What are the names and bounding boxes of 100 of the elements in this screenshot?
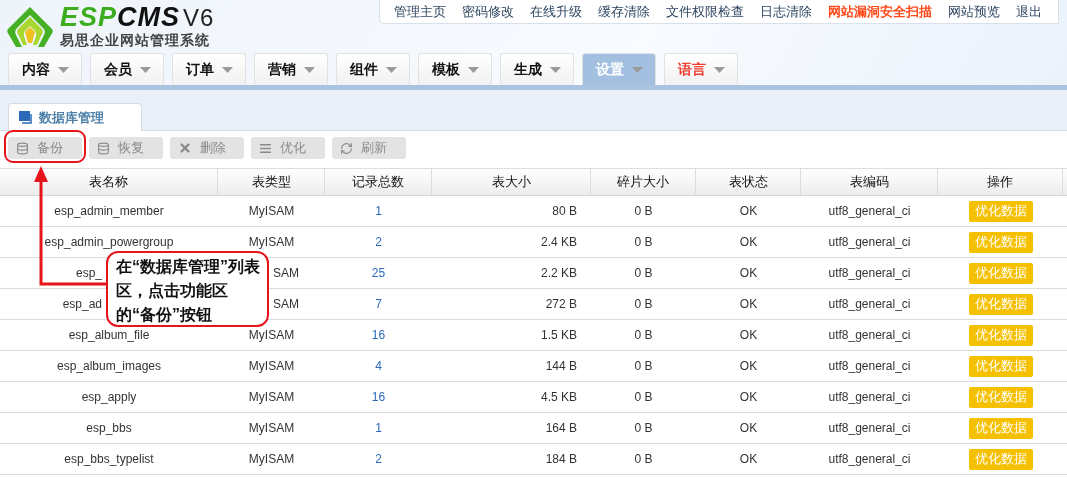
- table-cell: 2: [375, 235, 382, 249]
- table-cell: 0 B: [634, 235, 653, 249]
- table-cell: SAM: [273, 266, 299, 280]
- table-cell: utf8_general_ci: [828, 328, 911, 342]
- table-cell: MyISAM: [248, 359, 295, 373]
- table-cell: utf8_general_ci: [828, 452, 911, 466]
- table-cell: 0 B: [634, 266, 653, 280]
- table-cell: utf8_general_ci: [828, 204, 911, 218]
- column-header: 记录总数: [325, 169, 432, 195]
- top-link[interactable]: 文件权限检查: [658, 2, 752, 21]
- toolbar-button[interactable]: 删除: [170, 137, 244, 159]
- top-link[interactable]: 日志清除: [752, 2, 820, 21]
- table-cell: OK: [739, 235, 758, 249]
- table-cell: esp_bbs: [86, 421, 132, 435]
- table-cell: utf8_general_ci: [828, 421, 911, 435]
- table-cell: 0 B: [634, 328, 653, 342]
- table-cell: 1.5 KB: [540, 328, 577, 342]
- table-cell: utf8_general_ci: [828, 359, 911, 373]
- table-cell: 184 B: [545, 452, 577, 466]
- table-cell: 16: [371, 328, 386, 342]
- caret-icon: [221, 66, 233, 73]
- database-icon: [16, 141, 29, 155]
- table-cell: 0 B: [634, 297, 653, 311]
- column-header: 表编码: [801, 169, 938, 195]
- table-cell: esp_: [75, 266, 102, 280]
- table-cell: utf8_general_ci: [828, 266, 911, 280]
- caret-icon: [549, 66, 561, 73]
- table-cell: 144 B: [545, 359, 577, 373]
- nav-tab[interactable]: 语言: [664, 53, 738, 85]
- top-link[interactable]: 缓存清除: [590, 2, 658, 21]
- table-cell: SAM: [273, 297, 299, 311]
- table-cell: 272 B: [545, 297, 577, 311]
- top-link[interactable]: 网站漏洞安全扫描: [820, 2, 940, 21]
- table-cell: 0 B: [634, 390, 653, 404]
- table-cell: 0 B: [634, 452, 653, 466]
- table-cell: 25: [371, 266, 386, 280]
- table-cell: OK: [739, 390, 758, 404]
- table-cell: utf8_general_ci: [828, 390, 911, 404]
- top-link[interactable]: 密码修改: [454, 2, 522, 21]
- nav-tab[interactable]: 订单: [172, 53, 246, 85]
- table-cell: 80 B: [552, 204, 577, 218]
- column-header: 表类型: [218, 169, 325, 195]
- nav-tab[interactable]: 组件: [336, 53, 410, 85]
- list-icon: [259, 141, 272, 155]
- table-cell: OK: [739, 359, 758, 373]
- table-cell: MyISAM: [248, 235, 295, 249]
- nav-tab[interactable]: 营销: [254, 53, 328, 85]
- caret-icon: [303, 66, 315, 73]
- table-cell: 1: [375, 204, 382, 218]
- table-cell: esp_apply: [81, 390, 137, 404]
- table-cell: MyISAM: [248, 421, 295, 435]
- top-link[interactable]: 网站预览: [940, 2, 1008, 21]
- toolbar-button[interactable]: 恢复: [89, 137, 163, 159]
- window-icon: [19, 111, 33, 124]
- table-cell: 2.2 KB: [540, 266, 577, 280]
- toolbar-button[interactable]: 优化: [251, 137, 325, 159]
- table-cell: 2.4 KB: [540, 235, 577, 249]
- table-cell: esp_bbs_typelist: [64, 452, 154, 466]
- caret-icon: [385, 66, 397, 73]
- column-header: 表大小: [432, 169, 591, 195]
- table-cell: 1: [375, 421, 382, 435]
- top-link[interactable]: 管理主页: [386, 2, 454, 21]
- callout-note: 在“数据库管理”列表区，点击功能区的“备份”按钮: [106, 251, 269, 327]
- table-cell: 0 B: [634, 421, 653, 435]
- toolbar-button[interactable]: 备份: [8, 137, 82, 159]
- table-cell: esp_ad: [62, 297, 102, 311]
- nav-tab[interactable]: 生成: [500, 53, 574, 85]
- table-cell: OK: [739, 297, 758, 311]
- column-header: 操作: [938, 169, 1063, 195]
- nav-tab[interactable]: 设置: [582, 53, 656, 85]
- table-cell: MyISAM: [248, 328, 295, 342]
- caret-icon: [467, 66, 479, 73]
- table-cell: OK: [739, 266, 758, 280]
- top-link[interactable]: 退出: [1008, 2, 1050, 21]
- nav-tab[interactable]: 会员: [90, 53, 164, 85]
- refresh-icon: [340, 141, 353, 155]
- caret-icon: [713, 66, 725, 73]
- column-header: 表状态: [696, 169, 801, 195]
- nav-tab[interactable]: 模板: [418, 53, 492, 85]
- top-link[interactable]: 在线升级: [522, 2, 590, 21]
- delete-icon: [178, 141, 192, 155]
- table-cell: utf8_general_ci: [828, 235, 911, 249]
- brand-subtitle: 易思企业网站管理系统: [60, 32, 211, 50]
- table-cell: OK: [739, 421, 758, 435]
- table-cell: MyISAM: [248, 390, 295, 404]
- table-cell: 0 B: [634, 204, 653, 218]
- caret-icon: [139, 66, 151, 73]
- panel-tab[interactable]: 数据库管理: [8, 103, 142, 131]
- table-cell: MyISAM: [248, 204, 295, 218]
- table-cell: 2: [375, 452, 382, 466]
- brand-name: ESPCMSV6: [60, 3, 215, 32]
- toolbar-button[interactable]: 刷新: [332, 137, 406, 159]
- table-cell: OK: [739, 328, 758, 342]
- logo-icon: [4, 4, 56, 49]
- table-cell: 16: [371, 390, 386, 404]
- table-cell: esp_album_images: [56, 359, 162, 373]
- table-cell: 4.5 KB: [540, 390, 577, 404]
- table-cell: utf8_general_ci: [828, 297, 911, 311]
- table-cell: esp_admin_powergroup: [44, 235, 174, 249]
- nav-tab[interactable]: 内容: [8, 53, 82, 85]
